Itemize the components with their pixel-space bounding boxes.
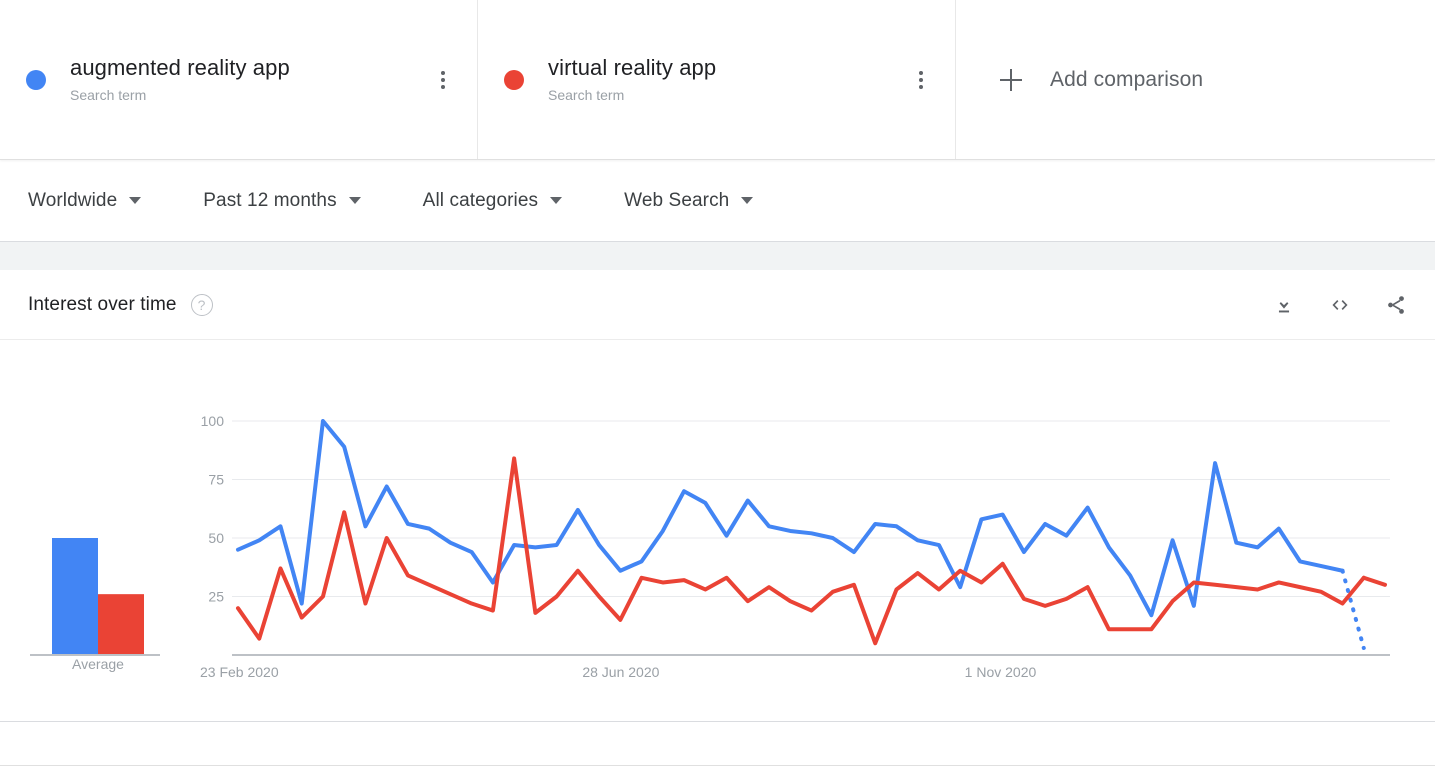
average-bar-label: Average — [72, 656, 124, 672]
search-term-text-2: virtual reality app Search term — [548, 55, 909, 105]
more-vert-icon-2[interactable] — [909, 67, 933, 93]
chevron-down-icon — [741, 197, 754, 204]
average-bar-2[interactable] — [98, 594, 144, 655]
filter-search-type[interactable]: Web Search — [624, 189, 754, 212]
chevron-down-icon — [129, 197, 142, 204]
y-axis-tick-label: 25 — [208, 589, 224, 605]
help-circle-icon[interactable]: ? — [190, 293, 213, 316]
series-line-1 — [236, 419, 1345, 618]
filter-category-label: All categories — [422, 189, 539, 211]
chevron-down-icon — [550, 197, 563, 204]
embed-code-icon[interactable] — [1327, 292, 1353, 318]
page-title: Interest over time — [28, 293, 177, 315]
y-axis-tick-label: 50 — [208, 530, 224, 546]
chevron-down-icon — [348, 197, 361, 204]
kebab-dot — [919, 77, 923, 82]
average-bar-1[interactable] — [52, 538, 98, 655]
google-trends-page: augmented reality app Search term virtua… — [0, 0, 1435, 766]
x-axis-tick-label: 1 Nov 2020 — [965, 664, 1037, 680]
plus-icon — [1000, 68, 1022, 91]
search-term-subtitle-1: Search term — [70, 86, 147, 103]
y-axis-tick-label: 75 — [208, 472, 224, 488]
chart-area: 25 50 75 100 23 Feb 2020 28 Jun 2020 1 Nov 202… — [0, 340, 1435, 720]
more-vert-icon-1[interactable] — [431, 67, 455, 93]
x-axis-tick-label: 28 Jun 2020 — [582, 664, 659, 680]
kebab-dot — [919, 84, 923, 89]
interest-over-time-header: Interest over time ? — [0, 270, 1435, 340]
search-term-card-1[interactable]: augmented reality app Search term — [0, 0, 478, 159]
kebab-dot — [441, 70, 445, 75]
x-axis-tick-label: 23 Feb 2020 — [200, 664, 279, 680]
search-term-title-2: virtual reality app — [548, 54, 717, 80]
series-partial-segment-2 — [1361, 575, 1387, 587]
search-term-text-1: augmented reality app Search term — [70, 55, 431, 105]
filter-location-label: Worldwide — [28, 189, 118, 211]
add-comparison-label: Add comparison — [1050, 67, 1204, 91]
search-term-card-2[interactable]: virtual reality app Search term — [478, 0, 956, 159]
interest-over-time-card: Interest over time ? 25 50 75 100 23 Feb… — [0, 270, 1435, 722]
section-gap — [0, 242, 1435, 270]
kebab-dot — [441, 77, 445, 82]
kebab-dot — [919, 70, 923, 75]
search-term-title-1: augmented reality app — [70, 54, 290, 80]
filters-bar: Worldwide Past 12 months All categories … — [0, 160, 1435, 242]
search-terms-bar: augmented reality app Search term virtua… — [0, 0, 1435, 160]
interest-over-time-chart[interactable]: 25 50 75 100 23 Feb 2020 28 Jun 2020 1 Nov 202… — [0, 340, 1435, 720]
filter-category[interactable]: All categories — [422, 189, 563, 212]
filter-time-range-label: Past 12 months — [203, 189, 337, 211]
add-comparison-button[interactable]: Add comparison — [956, 0, 1435, 159]
filter-time-range[interactable]: Past 12 months — [203, 189, 361, 212]
chart-actions — [1271, 292, 1409, 318]
search-term-subtitle-2: Search term — [548, 86, 625, 103]
series-line-2 — [236, 456, 1366, 646]
filter-search-type-label: Web Search — [624, 189, 730, 211]
share-icon[interactable] — [1383, 292, 1409, 318]
series-color-dot-2 — [504, 69, 524, 90]
download-icon[interactable] — [1271, 292, 1297, 318]
y-axis-tick-label: 100 — [201, 413, 225, 429]
series-color-dot-1 — [26, 69, 46, 90]
kebab-dot — [441, 84, 445, 89]
filter-location[interactable]: Worldwide — [28, 189, 142, 212]
